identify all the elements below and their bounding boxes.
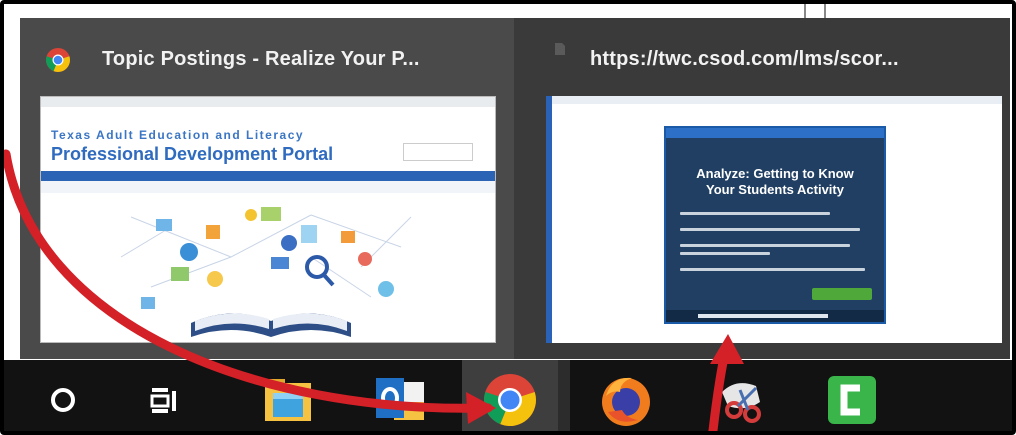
browser-toolbar — [546, 96, 1002, 104]
network-illustration — [120, 207, 412, 337]
taskbar-thumbnail-popup: Topic Postings - Realize Your P... Texas… — [20, 18, 1010, 359]
outlook-button[interactable] — [360, 360, 440, 431]
camtasia-icon — [828, 375, 876, 424]
course-next-button — [812, 288, 872, 300]
task-view-button[interactable] — [134, 360, 196, 431]
course-controls — [666, 310, 884, 322]
portal-nav-bar — [41, 171, 495, 181]
course-text-line — [680, 268, 865, 271]
page-left-bar — [546, 96, 552, 343]
snipping-tool-button[interactable] — [704, 360, 784, 431]
task-view-icon — [150, 387, 176, 413]
chrome-icon — [484, 373, 536, 426]
browser-toolbar — [41, 97, 495, 107]
portal-search-box — [403, 143, 473, 161]
chrome-taskbar-button[interactable] — [462, 360, 558, 431]
course-player: Analyze: Getting to Know Your Students A… — [664, 126, 886, 324]
course-text-line — [680, 252, 770, 255]
course-title: Analyze: Getting to Know Your Students A… — [666, 166, 884, 198]
page-icon — [555, 43, 565, 55]
portal-heading: Professional Development Portal — [51, 144, 334, 164]
background-window-edge — [824, 4, 826, 18]
background-window-edge — [804, 4, 806, 18]
thumbnail-title: https://twc.csod.com/lms/scor... — [590, 48, 899, 70]
course-title-line1: Analyze: Getting to Know — [696, 166, 854, 181]
thumbnail-preview: Analyze: Getting to Know Your Students A… — [546, 96, 1002, 343]
outlook-icon — [376, 377, 424, 420]
taskbar — [4, 360, 1012, 431]
chrome-icon — [46, 48, 70, 72]
firefox-icon — [602, 377, 650, 426]
screenshot-frame: Topic Postings - Realize Your P... Texas… — [0, 0, 1016, 435]
course-text-line — [680, 212, 830, 215]
file-explorer-icon — [265, 378, 311, 421]
course-title-line2: Your Students Activity — [706, 182, 844, 197]
thumbnail-title: Topic Postings - Realize Your P... — [102, 48, 420, 70]
firefox-button[interactable] — [586, 360, 666, 431]
camtasia-button[interactable] — [812, 360, 892, 431]
thumbnail-preview: Texas Adult Education and Literacy Profe… — [40, 96, 496, 343]
snipping-tool-icon — [722, 382, 761, 423]
cortana-button[interactable] — [32, 360, 94, 431]
thumbnail-topic-postings[interactable]: Topic Postings - Realize Your P... Texas… — [20, 18, 514, 359]
cortana-icon — [51, 387, 75, 412]
portal-subtitle: Texas Adult Education and Literacy — [51, 128, 305, 142]
thumbnail-csod-course[interactable]: https://twc.csod.com/lms/scor... Analyze… — [514, 18, 1010, 359]
portal-breadcrumb-strip — [41, 181, 495, 193]
course-header — [666, 128, 884, 138]
course-text-line — [680, 228, 860, 231]
file-explorer-button[interactable] — [248, 360, 328, 431]
course-text-line — [680, 244, 850, 247]
taskbar-divider — [558, 360, 570, 431]
course-progress-bar — [698, 314, 828, 318]
